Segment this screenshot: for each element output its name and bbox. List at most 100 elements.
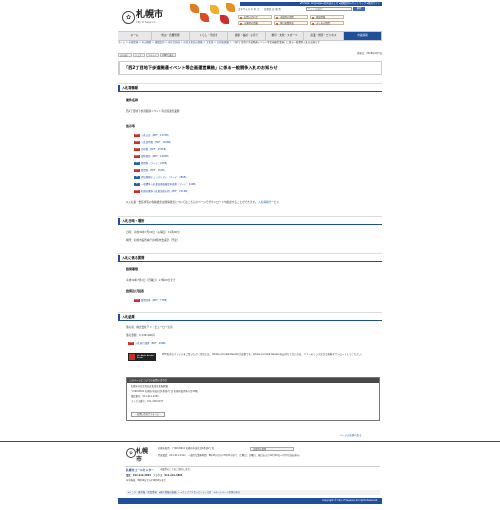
adobe-reader-banner[interactable]: Get Adobe Acrobat Reader (128, 353, 156, 361)
page-title: 「西2丁目地下歩道開通イベント等企画運営業務」に係る一般競争入札のお知らせ (124, 65, 278, 70)
doc-link[interactable]: W 提出書類チェックリスト（ワード：18KB） (134, 176, 188, 179)
updated-date: 更新日：2018年6月5日 (357, 52, 382, 55)
like-button[interactable]: いいね！ (118, 53, 132, 57)
result-doc-link[interactable]: PDF 入札執行調書（PDF：49KB） (128, 342, 167, 345)
call-center: 札幌市コールセンター 市役所のことをご案内します。 電話：011-222-489… (126, 466, 380, 487)
call-center-hours: 年中無休、8時00分から21時00分まで (126, 479, 167, 482)
bullet-icon (240, 16, 243, 19)
quick-link-faq[interactable]: よくある質問 (310, 21, 344, 25)
search-button[interactable]: 検索 (353, 7, 365, 11)
footer-map-button[interactable]: 市役所の場所 (250, 447, 294, 451)
pdf-icon: PDF (134, 141, 140, 144)
doc-link[interactable]: PDF 質問書（PDF：11KB） (134, 169, 166, 172)
bullet-icon (312, 16, 315, 19)
inquiry-fax: ファクス番号：011-218-5157 (131, 400, 164, 403)
schedule-datetime: 日時：平成30年7月10日（火曜日）11時00分 (126, 231, 180, 234)
notice-heading: 告示等 (126, 124, 136, 128)
footer-logo-text: 札幌市 (136, 448, 149, 463)
bullet-icon (312, 22, 315, 25)
breadcrumb-current: 「西2丁目地下歩道開通イベント等企画運営業務」に係る一般競争入札のお知らせ (232, 41, 320, 44)
bullet-icon (276, 22, 279, 25)
inquiry-box: このページについてのお問い合わせ 札幌市市民文化局文化部文化振興課 〒060-8… (126, 377, 380, 421)
answer-doc-link[interactable]: PDF 質問回答（PDF：77KB） (134, 299, 169, 302)
page: ✿ 札幌市 City of Sapporo ▸Foreign language … (0, 0, 500, 510)
bid-info-service-link[interactable]: 入札情報サービス (258, 201, 279, 204)
doc-link[interactable]: W 質問書（ワード：22KB） (134, 162, 169, 165)
breadcrumb-item[interactable]: 組織案内 (155, 41, 165, 44)
section-heading-result: 入札結果 (118, 312, 382, 321)
word-icon: W (134, 162, 140, 165)
menu-education[interactable]: 教育・文化・スポーツ (266, 32, 304, 40)
call-center-desc: 市役所のことをご案内します。 (160, 468, 192, 471)
quick-link-emergency[interactable]: 休日夜間救急 (274, 21, 308, 25)
adobe-icon (129, 354, 135, 360)
menu-home[interactable]: ホーム (118, 32, 152, 40)
doc-link[interactable]: PDF 入札説明書（PDF：193KB） (134, 141, 173, 144)
pdf-icon: PDF (134, 190, 140, 193)
adobe-note: PDF形式のファイルをご覧いただく場合には、Adobe Acrobat Read… (162, 353, 364, 356)
pdf-icon: PDF (134, 169, 140, 172)
page-title-box: 「西2丁目地下歩道開通イベント等企画運営業務」に係る一般競争入札のお知らせ (118, 61, 382, 75)
tweet-button[interactable]: ツイート (146, 53, 159, 57)
winning-bidder: 落札者：株式会社アド・ビューロー岩泉 (126, 326, 173, 329)
word-icon: W (134, 176, 140, 179)
menu-disaster[interactable]: 防災・危機管理 (152, 32, 190, 40)
breadcrumb-item[interactable]: 市民文化局 (168, 41, 180, 44)
doc-link[interactable]: PDF 契約書案（PDF：140KB） (134, 155, 170, 158)
breadcrumb-item[interactable]: 市民文化局の組織 (183, 41, 202, 44)
autumn-leaves-icon (188, 1, 235, 29)
forms-note: ※入札書・委任状等の各種書式は関係様式についてはこちらのページでダウンロードや確… (126, 201, 279, 204)
footer-divider (0, 441, 500, 442)
quick-link-inquiry[interactable]: お問い合わせ (238, 15, 272, 19)
footer-tel: 代表電話：011-211-2111 一般的な業務時間：8時45分から17時15分… (158, 454, 302, 457)
bullet-icon (276, 16, 279, 19)
quick-link-disaster[interactable]: 災害時の情報 (238, 21, 272, 25)
quick-link-location[interactable]: 市役所の場所 (274, 15, 308, 19)
inquiry-address: 〒060-8611 札幌市中央区北1条西2丁目 札幌市役所本庁舎13階 (131, 390, 198, 393)
text-size-control[interactable]: 文字サイズ 小 中 大 (238, 8, 259, 11)
question-period: 平成30年7月2日（月曜日）17時00分まで (126, 279, 176, 282)
inquiry-phone: 電話番号：011-211-2261 (131, 395, 159, 398)
menu-city-info[interactable]: 市政情報 (344, 32, 382, 40)
inquiry-department: 札幌市市民文化局文化部文化振興課 (131, 385, 168, 388)
logo-subtext: City of Sapporo (136, 21, 156, 24)
page-top-link[interactable]: ページの先頭へ戻る (340, 434, 361, 437)
breadcrumb-item[interactable]: 文化部 (206, 41, 213, 44)
line-button[interactable]: LINEで送る (160, 53, 176, 57)
call-center-title[interactable]: 札幌市コールセンター (126, 468, 154, 472)
section-heading-questions: 入札に係る質問 (118, 253, 382, 262)
menu-living[interactable]: くらし・手続き (190, 32, 228, 40)
breadcrumb-item[interactable]: 市政情報 (129, 41, 139, 44)
quick-links: お問い合わせ 市役所の場所 施設情報 災害時の情報 休日夜間救急 よくある質問 (238, 15, 382, 27)
doc-link[interactable]: PDF 入札公告（PDF：137KB） (134, 134, 170, 137)
question-period-heading: 質問期限 (126, 267, 139, 271)
pdf-icon: PDF (134, 155, 140, 158)
utility-nav[interactable]: ▸Foreign language ▸音声読み上げ ▸組織案内 ▸サイトマップ … (240, 2, 382, 6)
breadcrumb-item[interactable]: 市の概要 (142, 41, 152, 44)
breadcrumb-item[interactable]: 文化振興課 (217, 41, 229, 44)
breadcrumb-item[interactable]: ホーム (118, 41, 125, 44)
bullet-icon (240, 22, 243, 25)
logo-text: 札幌市 (136, 10, 164, 20)
doc-link[interactable]: PDF 仕様書（PDF：133KB） (134, 148, 168, 151)
quick-link-facilities[interactable]: 施設情報 (310, 15, 344, 19)
footer-logo[interactable]: ✿ 札幌市 (126, 447, 152, 463)
menu-health[interactable]: 健康・福祉・子育て (228, 32, 266, 40)
doc-link[interactable]: W 一般競争入札参加資格確認申請書（ワード：41KB） (134, 183, 197, 186)
footer-nav[interactable]: ▸リンク・著作権・免責事項 ▸個人情報の取扱い ▸ウェブアクセシビリティ方針 ▸… (126, 490, 380, 495)
site-logo[interactable]: ✿ 札幌市 City of Sapporo (122, 9, 186, 27)
share-button[interactable]: シェア (133, 53, 145, 57)
doc-link[interactable]: PDF 札幌市競争入札参加者心得（PDF：151KB） (134, 190, 189, 193)
pdf-icon: PDF (134, 148, 140, 151)
share-bar: いいね！ シェア ツイート LINEで送る 更新日：2018年6月5日 (118, 52, 382, 59)
color-control[interactable]: 背景色 白 黒 青 (264, 8, 281, 11)
answer-heading: 質問及び回答 (126, 289, 145, 293)
menu-business[interactable]: 産業・経済・ビジネス (304, 32, 344, 40)
city-emblem-icon: ✿ (122, 11, 135, 24)
section-heading-bid-info: 入札等情報 (118, 83, 382, 92)
inquiry-form-button[interactable]: お問い合わせフォーム (131, 412, 165, 417)
copyright: Copyright © City of Sapporo All rights R… (118, 498, 382, 504)
search-input[interactable]: サイト内検索 (306, 7, 352, 11)
pdf-icon: PDF (134, 299, 140, 302)
breadcrumb: ホーム > 市政情報 > 市の概要 > 組織案内 > 市民文化局 > 市民文化局… (118, 41, 320, 44)
